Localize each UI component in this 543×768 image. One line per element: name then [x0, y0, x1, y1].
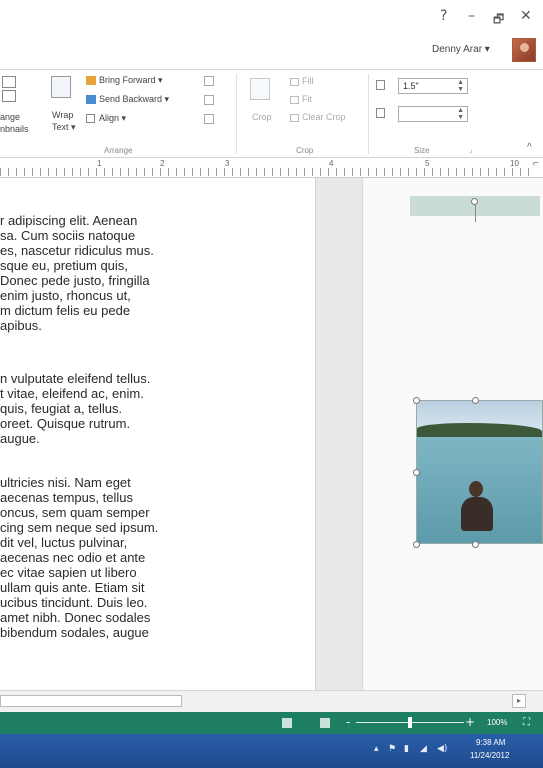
resize-handle-top[interactable] [472, 397, 479, 404]
flag-icon[interactable]: ⚑ [388, 744, 396, 754]
zoom-in-button[interactable]: + [465, 715, 475, 729]
wrap-text-icon[interactable] [51, 76, 71, 98]
arrange-thumbnails-icon-lower [2, 90, 16, 102]
zoom-slider-thumb[interactable] [408, 717, 412, 728]
show-hidden-icons-icon[interactable]: ▴ [374, 744, 379, 754]
picture-person [455, 481, 495, 531]
fit-icon [290, 96, 299, 104]
signal-icon[interactable]: ◢ [420, 744, 427, 754]
wrap-text-label-1[interactable]: Wrap [52, 110, 73, 120]
resize-handle-bottom-left[interactable] [413, 541, 420, 548]
size-dialog-launcher-icon[interactable]: ⌟ [469, 146, 472, 154]
network-icon[interactable]: ▮ [404, 744, 409, 754]
fill-button[interactable]: Fill [302, 76, 314, 86]
clear-crop-button[interactable]: Clear Crop [302, 112, 346, 122]
avatar[interactable] [512, 38, 536, 62]
clock-time[interactable]: 9:38 AM [476, 738, 505, 747]
volume-icon[interactable]: ◀) [437, 744, 447, 754]
title-bar: ? – 🗗 ✕ Denny Arar ▾ [0, 0, 543, 70]
single-page-view-icon[interactable] [282, 718, 292, 728]
ribbon-divider [236, 74, 237, 154]
picture-person-body [461, 497, 493, 531]
fill-icon [290, 78, 299, 86]
ruler-number: 5 [425, 159, 430, 168]
ruler-number: 10 [510, 159, 519, 168]
status-bar: - + 100% ⛶ [0, 712, 543, 734]
document-paragraph[interactable]: n vulputate eleifend tellus. t vitae, el… [0, 371, 310, 446]
selected-picture[interactable] [416, 400, 543, 544]
ruler-number: 2 [160, 159, 165, 168]
clear-crop-icon [290, 114, 299, 122]
help-button[interactable]: ? [440, 8, 447, 24]
collapse-ribbon-button[interactable]: ^ [527, 142, 532, 153]
clock-date[interactable]: 11/24/2012 [470, 751, 509, 760]
restore-button[interactable]: 🗗 [493, 10, 504, 31]
scroll-right-button[interactable]: ▸ [512, 694, 526, 708]
bring-forward-icon [86, 76, 96, 85]
ruler-number: 3 [225, 159, 230, 168]
taskbar: ▴ ⚑ ▮ ◢ ◀) 9:38 AM 11/24/2012 [0, 734, 543, 768]
resize-handle-top-left[interactable] [413, 397, 420, 404]
width-icon [376, 108, 385, 118]
page-left[interactable]: r adipiscing elit. Aenean sa. Cum sociis… [0, 178, 316, 690]
ruler-ticks [0, 168, 530, 176]
picture-treeline [417, 423, 542, 437]
scrollbar-thumb[interactable] [0, 695, 182, 707]
resize-handle-bottom[interactable] [472, 541, 479, 548]
zoom-level[interactable]: 100% [487, 718, 507, 727]
height-spinner[interactable]: 1.5" ▲ ▼ [398, 78, 468, 94]
arrange-thumbnails-label-2[interactable]: nbnails [0, 124, 29, 134]
group-objects-icon[interactable] [204, 95, 214, 105]
fit-button[interactable]: Fit [302, 94, 312, 104]
align-button[interactable]: Align ▾ [99, 113, 126, 124]
size-group-label: Size [414, 146, 430, 155]
height-icon [376, 80, 385, 90]
zoom-out-button[interactable]: - [346, 715, 350, 729]
arrange-group-label: Arrange [104, 146, 133, 155]
arrange-thumbnails-label-1[interactable]: ange [0, 112, 20, 122]
close-button[interactable]: ✕ [520, 8, 532, 24]
crop-group-label: Crop [296, 146, 314, 155]
width-spinner[interactable]: ▲ ▼ [398, 106, 468, 122]
arrange-thumbnails-icon[interactable] [2, 76, 16, 88]
crop-icon[interactable] [250, 78, 270, 100]
ribbon: ange nbnails Wrap Text ▾ Bring Forward ▾… [0, 70, 543, 158]
ruler-number: 4 [329, 159, 334, 168]
user-name[interactable]: Denny Arar ▾ [432, 44, 490, 55]
rotate-icon[interactable] [204, 114, 214, 124]
height-value: 1.5" [403, 81, 419, 91]
ruler: 1 2 3 4 5 10 ⌐ [0, 158, 543, 178]
ruler-tab-selector-icon[interactable]: ⌐ [533, 158, 539, 169]
send-backward-button[interactable]: Send Backward ▾ [99, 94, 169, 105]
bring-forward-button[interactable]: Bring Forward ▾ [99, 75, 163, 86]
group-icon[interactable] [204, 76, 214, 86]
document-paragraph[interactable]: r adipiscing elit. Aenean sa. Cum sociis… [0, 213, 310, 333]
ruler-number: 1 [97, 159, 102, 168]
align-icon [86, 114, 95, 123]
width-spin-arrows[interactable]: ▲ ▼ [457, 107, 464, 121]
fit-page-icon[interactable]: ⛶ [523, 717, 530, 728]
picture-person-head [469, 481, 483, 497]
horizontal-scrollbar[interactable]: ▸ [0, 690, 543, 712]
resize-handle-left[interactable] [413, 469, 420, 476]
minimize-button[interactable]: – [468, 8, 475, 24]
send-backward-icon [86, 95, 96, 104]
rotate-handle[interactable] [471, 198, 478, 205]
rotate-handle-line [475, 205, 476, 222]
ribbon-divider-2 [368, 74, 369, 154]
crop-button[interactable]: Crop [252, 112, 272, 122]
document-paragraph[interactable]: ultricies nisi. Nam eget aecenas tempus,… [0, 475, 310, 640]
height-spin-arrows[interactable]: ▲ ▼ [457, 79, 464, 93]
two-page-view-icon[interactable] [320, 718, 330, 728]
wrap-text-label-2[interactable]: Text ▾ [52, 122, 76, 133]
